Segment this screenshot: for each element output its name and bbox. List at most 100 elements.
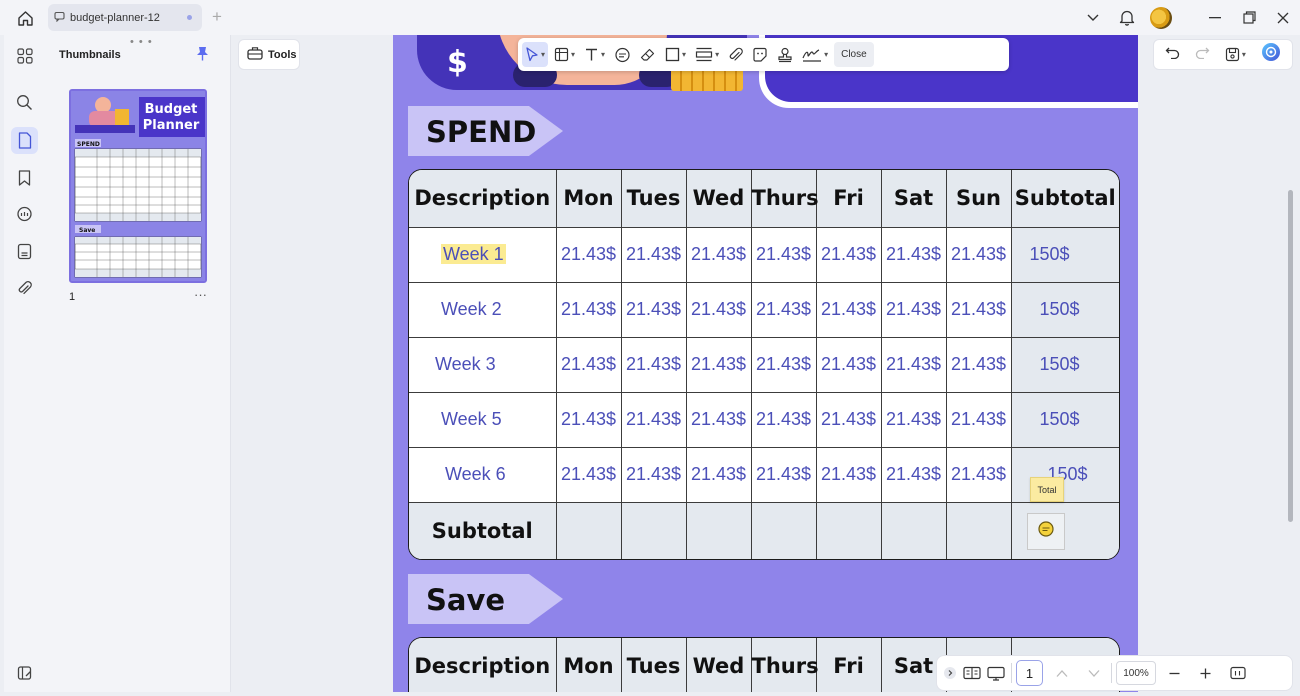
highlighted-row-label[interactable]: Week 1 [441, 244, 506, 264]
page-icon[interactable] [11, 127, 38, 154]
home-icon[interactable] [14, 7, 36, 29]
value-cell[interactable]: 21.43$ [750, 281, 817, 338]
value-cell[interactable]: 21.43$ [750, 391, 817, 448]
ai-assistant-icon[interactable] [1261, 42, 1281, 67]
value-cell[interactable]: 21.43$ [555, 446, 622, 503]
empty-cell[interactable] [815, 501, 882, 559]
value-cell[interactable]: 21.43$ [555, 336, 622, 393]
zoom-level[interactable]: 100% [1116, 661, 1156, 685]
value-cell[interactable]: 21.43$ [685, 281, 752, 338]
value-cell[interactable]: 21.43$ [880, 336, 947, 393]
value-cell[interactable]: 21.43$ [945, 446, 1012, 503]
empty-cell[interactable] [750, 501, 817, 559]
row-label-cell[interactable]: Week 3 [409, 336, 557, 393]
eraser-tool[interactable] [637, 42, 659, 67]
value-cell[interactable]: 21.43$ [880, 446, 947, 503]
subtotal-label[interactable]: Subtotal [409, 501, 557, 559]
subtotal-cell[interactable]: 150$ [1010, 446, 1119, 503]
value-cell[interactable]: 21.43$ [685, 336, 752, 393]
empty-cell[interactable] [945, 501, 1012, 559]
value-cell[interactable]: 21.43$ [555, 226, 622, 283]
stamp-tool[interactable] [774, 42, 796, 67]
subtotal-cell[interactable]: 150$ [1010, 391, 1119, 448]
value-cell[interactable]: 21.43$ [750, 336, 817, 393]
row-label-cell[interactable]: Week 1 [409, 226, 557, 283]
close-toolbar-button[interactable]: Close [834, 42, 874, 67]
redo-icon[interactable] [1195, 46, 1210, 64]
subtotal-cell[interactable]: 150$ [1010, 226, 1119, 283]
expand-bar-button[interactable] [943, 660, 957, 686]
row-label-cell[interactable]: Week 2 [409, 281, 557, 338]
attachment-icon[interactable] [11, 275, 38, 302]
signature-tool[interactable]: ▾ [799, 42, 831, 67]
user-avatar[interactable] [1144, 0, 1178, 35]
bell-icon[interactable] [1110, 0, 1144, 35]
value-cell[interactable]: 21.43$ [620, 281, 687, 338]
empty-cell[interactable] [685, 501, 752, 559]
value-cell[interactable]: 21.43$ [945, 391, 1012, 448]
subtotal-cell[interactable]: 150$ [1010, 281, 1119, 338]
value-cell[interactable]: 21.43$ [815, 446, 882, 503]
pin-icon[interactable] [196, 46, 209, 66]
vertical-scrollbar[interactable] [1288, 190, 1293, 522]
value-cell[interactable]: 21.43$ [685, 446, 752, 503]
page-thumbnail[interactable]: Budget Planner SPEND Save [69, 89, 207, 283]
row-label-cell[interactable]: Week 6 [409, 446, 557, 503]
sidebar-settings-icon[interactable] [11, 659, 38, 686]
value-cell[interactable]: 21.43$ [815, 281, 882, 338]
comments-icon[interactable] [11, 201, 38, 228]
value-cell[interactable]: 21.43$ [945, 226, 1012, 283]
value-cell[interactable]: 21.43$ [815, 391, 882, 448]
fit-page-icon[interactable] [1230, 660, 1246, 686]
value-cell[interactable]: 21.43$ [880, 391, 947, 448]
text-tool[interactable]: ▾ [581, 42, 608, 67]
document-tab[interactable]: budget-planner-12 [48, 4, 202, 31]
tools-button[interactable]: Tools [238, 39, 300, 70]
value-cell[interactable]: 21.43$ [815, 336, 882, 393]
zoom-out-icon[interactable] [1168, 660, 1181, 686]
value-cell[interactable]: 21.43$ [880, 226, 947, 283]
textbox-tool[interactable]: ▾ [692, 42, 722, 67]
empty-cell[interactable] [555, 501, 622, 559]
presentation-icon[interactable] [987, 660, 1005, 686]
restore-icon[interactable] [1232, 0, 1266, 35]
unsaved-dot[interactable] [187, 15, 192, 20]
value-cell[interactable]: 21.43$ [750, 446, 817, 503]
value-cell[interactable]: 21.43$ [945, 336, 1012, 393]
close-window-icon[interactable] [1266, 0, 1300, 35]
value-cell[interactable]: 21.43$ [945, 281, 1012, 338]
empty-cell[interactable] [620, 501, 687, 559]
value-cell[interactable]: 21.43$ [620, 336, 687, 393]
next-page-icon[interactable] [1087, 660, 1101, 686]
value-cell[interactable]: 21.43$ [685, 391, 752, 448]
comment-annotation[interactable] [1027, 513, 1065, 550]
page-number-input[interactable]: 1 [1016, 660, 1043, 686]
subtotal-cell[interactable]: 150$ [1010, 336, 1119, 393]
stamp-icon[interactable] [11, 238, 38, 265]
value-cell[interactable]: 21.43$ [750, 226, 817, 283]
value-cell[interactable]: 21.43$ [620, 446, 687, 503]
value-cell[interactable]: 21.43$ [620, 391, 687, 448]
search-icon[interactable] [11, 89, 38, 116]
attach-tool[interactable] [725, 42, 746, 67]
sticky-note[interactable]: Total [1030, 477, 1064, 502]
grid-icon[interactable] [11, 42, 38, 69]
select-tool[interactable]: ▾ [522, 42, 549, 67]
row-label-cell[interactable]: Week 5 [409, 391, 557, 448]
new-tab-button[interactable]: + [212, 8, 222, 26]
value-cell[interactable]: 21.43$ [555, 391, 622, 448]
shape-tool[interactable]: ▾ [662, 42, 689, 67]
undo-icon[interactable] [1165, 46, 1180, 64]
thumbnail-more-button[interactable]: ··· [194, 287, 207, 302]
empty-cell[interactable] [880, 501, 947, 559]
value-cell[interactable]: 21.43$ [815, 226, 882, 283]
zoom-in-icon[interactable] [1199, 660, 1212, 686]
chevron-down-icon[interactable] [1076, 0, 1110, 35]
panel-drag-handle[interactable]: • • • [130, 36, 153, 48]
value-cell[interactable]: 21.43$ [620, 226, 687, 283]
book-view-icon[interactable] [963, 660, 981, 686]
save-icon[interactable]: ▾ [1225, 47, 1246, 62]
value-cell[interactable]: 21.43$ [880, 281, 947, 338]
bookmark-icon[interactable] [11, 164, 38, 191]
previous-page-icon[interactable] [1055, 660, 1069, 686]
